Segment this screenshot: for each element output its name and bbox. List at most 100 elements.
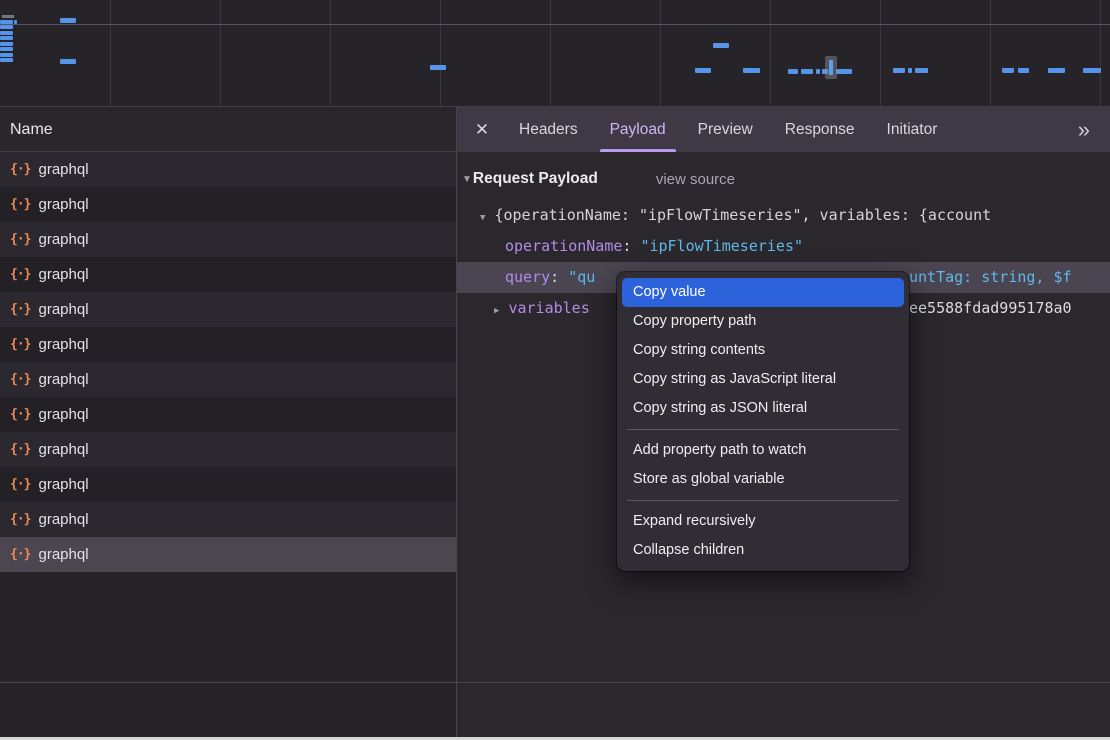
more-tabs-button[interactable]: » xyxy=(1078,107,1090,152)
context-menu-item-label: Add property path to watch xyxy=(633,442,806,458)
request-timing-bar xyxy=(743,68,760,73)
context-menu-item[interactable]: Add property path to watch xyxy=(617,436,909,465)
tab-label: Payload xyxy=(610,121,666,138)
json-string-value: "ipFlowTimeseries" xyxy=(640,237,803,255)
request-name-label: graphql xyxy=(38,301,88,318)
request-name-label: graphql xyxy=(38,441,88,458)
detail-tabs: Headers Payload Preview Response Initiat… xyxy=(503,107,953,152)
request-timing-bar xyxy=(430,65,446,70)
panel-splitter[interactable] xyxy=(456,107,457,737)
network-request-row[interactable]: {·} graphql xyxy=(0,222,456,257)
json-braces-icon: {·} xyxy=(10,302,30,317)
overview-grid-line xyxy=(660,0,661,106)
json-braces-icon: {·} xyxy=(10,162,30,177)
context-menu-item-label: Expand recursively xyxy=(633,513,756,529)
network-request-row[interactable]: {·} graphql xyxy=(0,362,456,397)
context-menu-item[interactable]: Copy string contents xyxy=(617,336,909,365)
network-request-row[interactable]: {·} graphql xyxy=(0,257,456,292)
network-request-list-panel: Name {·} graphql {·} graphql {·} graphql… xyxy=(0,107,456,737)
context-menu-item[interactable] xyxy=(627,429,899,430)
context-menu-item-label: Copy string as JavaScript literal xyxy=(633,371,836,387)
network-request-rows: {·} graphql {·} graphql {·} graphql {·} … xyxy=(0,152,456,572)
network-request-row[interactable]: {·} graphql xyxy=(0,292,456,327)
request-name-label: graphql xyxy=(38,266,88,283)
request-timing-bar xyxy=(788,69,798,74)
context-menu-item-label: Copy string contents xyxy=(633,342,765,358)
overview-grid-line xyxy=(330,0,331,106)
json-preview-value-right: ee5588fdad995178a0 xyxy=(909,293,1072,324)
overview-hover-marker-bar xyxy=(829,60,833,75)
overview-grid-line xyxy=(770,0,771,106)
network-overview-timeline[interactable] xyxy=(0,0,1110,107)
request-name-label: graphql xyxy=(38,511,88,528)
detail-tab[interactable]: Response xyxy=(783,107,857,152)
json-row-operation-name[interactable]: operationName: "ipFlowTimeseries" xyxy=(457,231,1110,262)
request-timing-bar xyxy=(908,68,912,73)
detail-tab[interactable]: Preview xyxy=(696,107,755,152)
network-request-row[interactable]: {·} graphql xyxy=(0,152,456,187)
context-menu-item[interactable]: Copy property path xyxy=(617,307,909,336)
network-request-row[interactable]: {·} graphql xyxy=(0,327,456,362)
overview-band-separator xyxy=(0,24,1110,25)
request-name-label: graphql xyxy=(38,161,88,178)
section-title: Request Payload xyxy=(473,170,598,188)
json-braces-icon: {·} xyxy=(10,337,30,352)
tab-label: Initiator xyxy=(887,121,938,138)
context-menu-item-label: Collapse children xyxy=(633,542,744,558)
context-menu-item[interactable] xyxy=(627,500,899,501)
triangle-expanded-icon: ▼ xyxy=(462,174,472,185)
network-name-column-header[interactable]: Name xyxy=(0,107,456,152)
request-timing-bar xyxy=(1002,68,1014,73)
json-braces-icon: {·} xyxy=(10,547,30,562)
tab-label: Headers xyxy=(519,121,578,138)
request-timing-bar xyxy=(0,25,13,29)
request-timing-bar xyxy=(816,69,820,74)
network-request-row[interactable]: {·} graphql xyxy=(0,537,456,572)
context-menu-item[interactable]: Copy string as JavaScript literal xyxy=(617,365,909,394)
json-root-preview: {operationName: "ipFlowTimeseries", vari… xyxy=(494,206,991,224)
request-timing-bar xyxy=(14,20,17,24)
context-menu-item[interactable]: Expand recursively xyxy=(617,507,909,536)
tab-label: Response xyxy=(785,121,855,138)
network-request-row[interactable]: {·} graphql xyxy=(0,187,456,222)
request-timing-bar xyxy=(713,43,729,48)
detail-tab[interactable]: Initiator xyxy=(885,107,940,152)
request-name-label: graphql xyxy=(38,196,88,213)
view-source-link[interactable]: view source xyxy=(656,171,735,188)
request-timing-bar xyxy=(836,69,852,74)
json-braces-icon: {·} xyxy=(10,407,30,422)
close-detail-button[interactable]: ✕ xyxy=(469,120,495,140)
request-timing-bar xyxy=(695,68,711,73)
tab-label: Preview xyxy=(698,121,753,138)
network-request-row[interactable]: {·} graphql xyxy=(0,467,456,502)
request-timing-bar xyxy=(893,68,905,73)
context-menu-item[interactable]: Collapse children xyxy=(617,536,909,565)
detail-tab[interactable]: Payload xyxy=(608,107,668,152)
context-menu-item-label: Store as global variable xyxy=(633,471,785,487)
request-timing-bar xyxy=(0,36,13,40)
request-name-label: graphql xyxy=(38,371,88,388)
overview-grid-line xyxy=(550,0,551,106)
overview-hover-marker xyxy=(825,56,837,79)
context-menu-item-label: Copy value xyxy=(633,284,706,300)
overview-grid-line xyxy=(110,0,111,106)
detail-tab[interactable]: Headers xyxy=(517,107,580,152)
context-menu-item[interactable]: Store as global variable xyxy=(617,465,909,494)
json-string-value-right: untTag: string, $f xyxy=(909,262,1072,293)
network-request-row[interactable]: {·} graphql xyxy=(0,502,456,537)
request-payload-section-header[interactable]: ▼ Request Payload view source xyxy=(457,152,1110,192)
context-menu-item[interactable]: Copy string as JSON literal xyxy=(617,394,909,423)
request-name-label: graphql xyxy=(38,231,88,248)
network-request-row[interactable]: {·} graphql xyxy=(0,397,456,432)
json-string-value-left: "qu xyxy=(568,268,595,286)
json-braces-icon: {·} xyxy=(10,372,30,387)
context-menu-item-label: Copy property path xyxy=(633,313,756,329)
close-icon: ✕ xyxy=(475,120,489,139)
context-menu-item[interactable]: Copy value xyxy=(622,278,904,307)
request-timing-bar xyxy=(915,68,928,73)
json-braces-icon: {·} xyxy=(10,512,30,527)
overview-grid-line xyxy=(440,0,441,106)
network-request-row[interactable]: {·} graphql xyxy=(0,432,456,467)
json-root-row[interactable]: ▼ {operationName: "ipFlowTimeseries", va… xyxy=(457,200,1110,231)
context-menu-item-label: Copy string as JSON literal xyxy=(633,400,807,416)
